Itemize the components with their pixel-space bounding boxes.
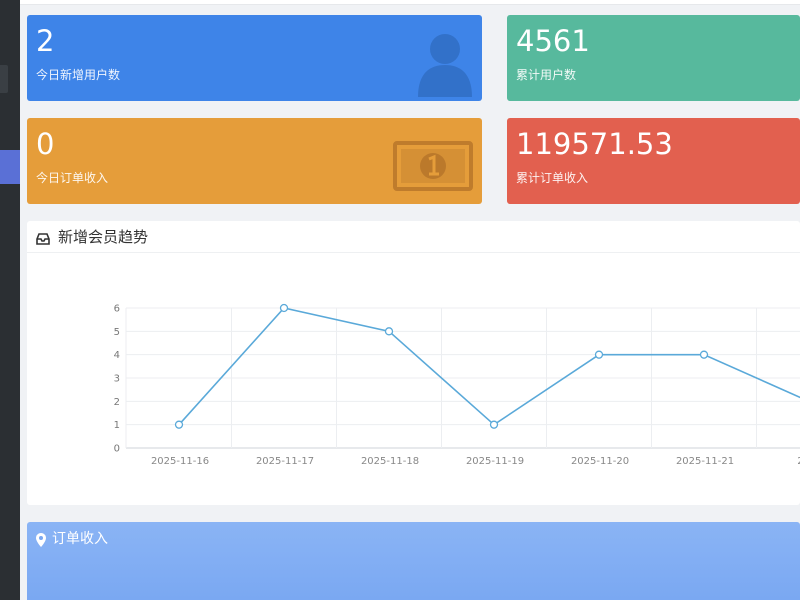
y-tick-label: 6 [114,304,120,315]
top-bar [20,0,800,5]
data-point [174,420,184,429]
total-order-revenue-value: 119571.53 [516,127,673,161]
y-tick-label: 2 [114,397,120,408]
x-tick-label: 2025-11-18 [361,456,419,467]
member-trend-title: 新增会员趋势 [58,228,149,246]
data-point [489,420,499,429]
y-tick-label: 5 [114,327,120,338]
sidebar [0,0,20,600]
money-icon [392,140,474,196]
y-tick-label: 0 [114,444,120,455]
member-trend-chart: 0 1 2 3 4 5 6 2025-11-16 2025-11-17 2025-11-18 202… [114,303,800,467]
sidebar-item[interactable] [0,65,8,93]
order-revenue-today-label: 今日订单收入 [36,171,109,185]
member-trend-header: 新增会员趋势 [27,221,800,253]
y-tick-label: 1 [114,420,120,431]
x-tick-label: 2025-11-20 [571,456,629,467]
sidebar-item-active[interactable] [0,150,20,184]
total-users-card[interactable]: 4561 累计用户数 [507,15,800,101]
total-users-label: 累计用户数 [516,68,577,82]
data-point [699,350,709,359]
order-revenue-today-card[interactable]: 0 今日订单收入 [27,118,482,204]
member-trend-panel: 新增会员趋势 0 1 2 3 4 5 6 2025-11-16 2025-11-17 2025-1… [27,221,800,505]
data-point [384,327,394,336]
data-point [594,350,604,359]
x-tick-label: 2025-11-16 [151,456,209,467]
x-tick-label: 2025-11-19 [466,456,524,467]
inbox-icon [36,230,50,249]
new-users-today-label: 今日新增用户数 [36,68,121,82]
y-tick-label: 3 [114,374,120,385]
map-pin-icon [36,532,46,551]
user-icon [416,31,474,101]
data-point [279,303,289,313]
x-tick-label: 2025-11-21 [676,456,734,467]
order-revenue-panel: 订单收入 [27,522,800,600]
x-tick-label: 2025-11-17 [256,456,314,467]
order-revenue-title: 订单收入 [52,531,108,547]
new-users-today-value: 2 [36,24,55,58]
series-line [178,307,800,426]
total-order-revenue-label: 累计订单收入 [516,171,589,185]
new-users-today-card[interactable]: 2 今日新增用户数 [27,15,482,101]
total-users-value: 4561 [516,24,590,58]
total-order-revenue-card[interactable]: 119571.53 累计订单收入 [507,118,800,204]
y-tick-label: 4 [114,350,120,361]
order-revenue-today-value: 0 [36,127,55,161]
